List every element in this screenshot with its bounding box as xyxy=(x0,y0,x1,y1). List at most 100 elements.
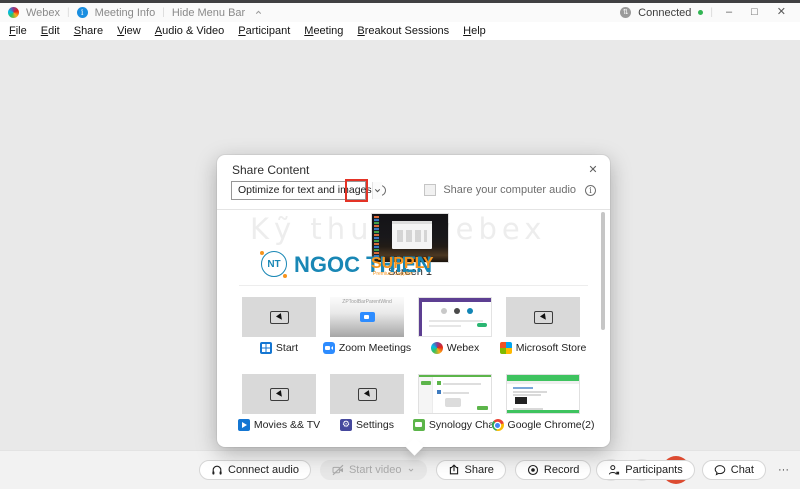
minimize-button[interactable]: – xyxy=(720,3,738,22)
titlebar-separator: | xyxy=(67,7,70,18)
app-label-text: Synology Chat xyxy=(428,419,498,431)
app-thumbnail xyxy=(242,374,316,414)
panel-more-options-button[interactable]: ··· xyxy=(773,464,794,476)
win-glyph xyxy=(269,310,289,324)
chat-bubble-icon xyxy=(714,464,726,476)
sy-line xyxy=(443,392,469,394)
connected-icon: ⇅ xyxy=(620,7,632,18)
app-label-text: Google Chrome(2) xyxy=(507,419,595,431)
optimize-dropdown[interactable]: Optimize for text and images xyxy=(231,178,382,202)
logo-nt-badge: NT xyxy=(260,251,287,278)
sy-av1 xyxy=(437,381,441,385)
app-item-chrome[interactable]: Google Chrome(2) xyxy=(491,374,594,431)
win-glyph xyxy=(269,387,289,401)
dialog-content: Kỹ thuật webex Screen 1 NT NGOC THIEN SU… xyxy=(217,210,610,447)
ch-line xyxy=(513,387,533,389)
chat-button[interactable]: Chat xyxy=(701,460,766,480)
record-label: Record xyxy=(543,464,580,476)
ch-img xyxy=(515,397,527,404)
app-item-msstore[interactable]: Microsoft Store xyxy=(499,297,586,354)
chevron-down-icon[interactable] xyxy=(371,181,382,199)
titlebar-separator: | xyxy=(162,7,165,18)
chat-label: Chat xyxy=(730,464,754,476)
menu-item-participant[interactable]: Participant xyxy=(231,22,297,40)
headset-icon xyxy=(211,464,223,476)
settings-icon xyxy=(340,419,353,431)
participants-label: Participants xyxy=(625,464,683,476)
share-button[interactable]: Share xyxy=(435,460,506,480)
record-button[interactable]: Record xyxy=(514,460,592,480)
mini-desktop-window xyxy=(392,221,432,249)
info-icon[interactable]: i xyxy=(585,184,596,196)
win-glyph xyxy=(533,310,553,324)
ch-line xyxy=(513,394,541,396)
camera-off-icon xyxy=(332,464,344,476)
app-item-synology[interactable]: Synology Chat xyxy=(412,374,497,431)
dialog-controls-row: Optimize for text and images i Share you… xyxy=(231,178,596,202)
app-title: Webex xyxy=(26,6,61,19)
wx-av xyxy=(441,308,447,314)
dialog-title: Share Content xyxy=(232,163,310,177)
wx-top xyxy=(419,298,491,302)
menu-item-share[interactable]: Share xyxy=(67,22,110,40)
preview-divider xyxy=(239,285,588,286)
app-item-zoom[interactable]: ZPToolBarParentWind Zoom Meetings xyxy=(322,297,411,354)
app-label: Webex xyxy=(418,342,492,354)
dialog-close-icon[interactable]: ✕ xyxy=(585,161,601,177)
app-item-webex[interactable]: Webex xyxy=(418,297,492,354)
control-toolbar: Connect audio Start video Share Record P… xyxy=(0,450,800,489)
zoom-icon xyxy=(322,342,335,354)
app-label-text: Zoom Meetings xyxy=(338,342,412,354)
app-thumbnail xyxy=(418,297,492,337)
connected-status: Connected xyxy=(638,6,692,19)
wx-line xyxy=(429,325,461,327)
app-label-text: Settings xyxy=(356,419,394,431)
menu-accelerator: P xyxy=(238,25,246,37)
app-label: Zoom Meetings xyxy=(322,342,411,354)
ch-sub xyxy=(507,381,579,384)
menu-item-help[interactable]: Help xyxy=(456,22,493,40)
meeting-info-icon: i xyxy=(76,7,88,18)
app-thumbnail xyxy=(418,374,492,414)
share-computer-audio-label: Share your computer audio xyxy=(443,184,576,196)
close-button[interactable]: ✕ xyxy=(771,3,792,22)
optimize-dropdown-value: Optimize for text and images xyxy=(238,183,372,196)
wx-line xyxy=(429,320,483,322)
record-icon xyxy=(527,464,539,476)
app-label: Start xyxy=(242,342,316,354)
menu-item-edit[interactable]: Edit xyxy=(34,22,67,40)
wx-av xyxy=(454,308,460,314)
dialog-scrollbar[interactable] xyxy=(601,212,605,330)
connect-audio-button[interactable]: Connect audio xyxy=(199,460,311,480)
meeting-info-label[interactable]: Meeting Info xyxy=(95,7,156,19)
participants-icon xyxy=(608,464,620,476)
app-thumbnail: ZPToolBarParentWind xyxy=(330,297,404,337)
menu-accelerator: F xyxy=(9,25,16,37)
toolbar-right-group: Participants Chat ··· xyxy=(596,456,794,484)
app-item-movies[interactable]: Movies && TV xyxy=(237,374,320,431)
app-thumbnail xyxy=(242,297,316,337)
app-item-start[interactable]: Start xyxy=(242,297,316,354)
app-thumbnail xyxy=(330,374,404,414)
app-item-settings[interactable]: Settings xyxy=(330,374,404,431)
chevron-up-icon xyxy=(254,8,263,17)
menu-accelerator: S xyxy=(73,25,82,37)
hide-menu-bar-button[interactable]: Hide Menu Bar xyxy=(172,7,245,19)
share-computer-audio-checkbox[interactable] xyxy=(424,184,437,196)
menu-item-file[interactable]: File xyxy=(2,22,34,40)
sy-btn xyxy=(477,406,488,410)
menu-item-audio-video[interactable]: Audio & Video xyxy=(148,22,232,40)
menu-item-meeting[interactable]: Meeting xyxy=(297,22,350,40)
webex-icon xyxy=(430,342,443,354)
computer-audio-group: Share your computer audio i xyxy=(424,184,596,196)
logo-tagline-text: Premium Supplier xyxy=(373,271,413,277)
menu-accelerator: H xyxy=(463,25,472,37)
connected-green-dot xyxy=(698,10,704,15)
participants-button[interactable]: Participants xyxy=(596,460,695,480)
webex-logo-icon xyxy=(8,7,19,18)
maximize-button[interactable]: □ xyxy=(745,3,764,22)
menu-item-breakout-sessions[interactable]: Breakout Sessions xyxy=(350,22,456,40)
zoom-wintitle: ZPToolBarParentWind xyxy=(342,299,392,305)
titlebar-separator: | xyxy=(710,7,713,18)
menu-item-view[interactable]: View xyxy=(110,22,148,40)
